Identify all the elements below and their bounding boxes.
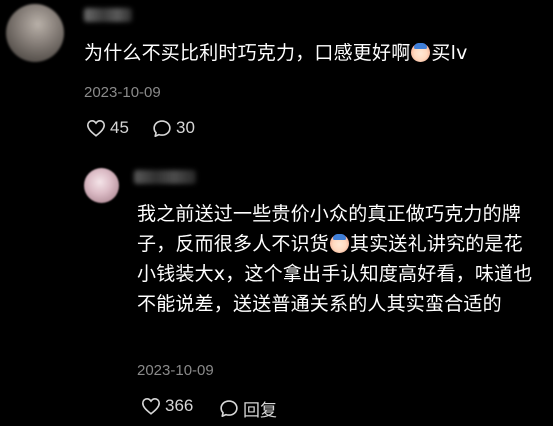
reply-button[interactable]: 回复: [219, 396, 277, 421]
comment-bubble-icon: [220, 400, 238, 418]
crying-face-emoji-icon: [330, 234, 350, 253]
heart-icon: [86, 119, 106, 137]
comment-text-part: 为什么不买比利时巧克力，口感更好啊: [84, 42, 411, 64]
comment-bubble-icon: [153, 119, 171, 137]
heart-icon: [141, 397, 161, 415]
username-blurred[interactable]: [84, 8, 132, 22]
reply-label: 回复: [243, 401, 277, 420]
comment-thread: 为什么不买比利时巧克力，口感更好啊 买lv 2023-10-09 45 30 我之…: [0, 0, 553, 426]
avatar[interactable]: [6, 4, 64, 62]
reply-text: 我之前送过一些贵价小众的真正做巧克力的牌子，反而很多人不识货 其实送礼讲究的是花小…: [137, 199, 542, 319]
like-button[interactable]: 366: [141, 396, 193, 416]
like-count: 45: [110, 118, 129, 137]
comment-text: 为什么不买比利时巧克力，口感更好啊 买lv: [84, 38, 544, 68]
reply-date: 2023-10-09: [137, 362, 214, 379]
crying-face-emoji-icon: [411, 43, 431, 62]
like-button[interactable]: 45: [86, 118, 129, 138]
reply-button[interactable]: 30: [152, 118, 195, 138]
username-blurred[interactable]: [134, 170, 196, 184]
comment-date: 2023-10-09: [84, 84, 161, 101]
like-count: 366: [165, 396, 194, 415]
avatar[interactable]: [84, 168, 119, 203]
reply-count: 30: [176, 118, 195, 137]
comment-text-part: 买lv: [431, 42, 468, 64]
